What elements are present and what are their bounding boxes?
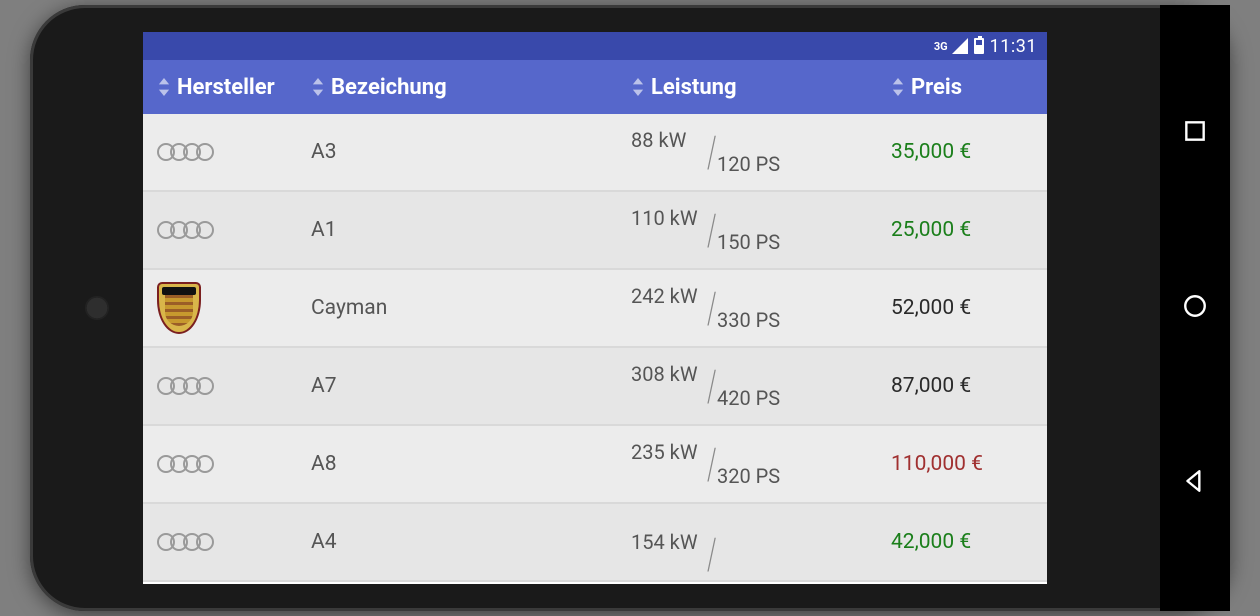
nav-home-button[interactable] bbox=[1182, 293, 1208, 323]
signal-icon bbox=[952, 38, 968, 54]
cell-name: A8 bbox=[303, 452, 623, 476]
table-row[interactable]: A7308 kW/420 PS87,000 € bbox=[143, 348, 1047, 426]
table-row[interactable]: Cayman242 kW/330 PS52,000 € bbox=[143, 270, 1047, 348]
audi-logo-icon bbox=[157, 221, 214, 239]
sort-icon bbox=[631, 78, 645, 96]
power-kw: 88 kW bbox=[631, 128, 883, 152]
power-ps: 150 PS bbox=[631, 230, 883, 254]
header-maker[interactable]: Hersteller bbox=[143, 75, 303, 100]
cell-name: A7 bbox=[303, 374, 623, 398]
table-row[interactable]: A8235 kW/320 PS110,000 € bbox=[143, 426, 1047, 504]
slash-icon: / bbox=[707, 528, 717, 580]
header-price[interactable]: Preis bbox=[883, 75, 1047, 100]
porsche-logo-icon bbox=[157, 282, 201, 334]
slash-icon: / bbox=[707, 360, 717, 412]
device-frame: 3G 11:31 Hersteller Bezeichung Leistung … bbox=[30, 5, 1230, 611]
power-ps: 420 PS bbox=[631, 386, 883, 410]
cell-name: A4 bbox=[303, 530, 623, 554]
slash-icon: / bbox=[707, 126, 717, 178]
cell-name: A1 bbox=[303, 218, 623, 242]
cell-power: 88 kW/120 PS bbox=[623, 128, 883, 176]
cell-maker bbox=[143, 377, 303, 395]
cell-maker bbox=[143, 282, 303, 334]
android-navbar bbox=[1160, 5, 1230, 611]
audi-logo-icon bbox=[157, 143, 214, 161]
power-kw: 235 kW bbox=[631, 440, 883, 464]
audi-logo-icon bbox=[157, 377, 214, 395]
table-row[interactable]: A4154 kW/42,000 € bbox=[143, 504, 1047, 582]
cell-price: 35,000 € bbox=[883, 140, 1047, 164]
slash-icon: / bbox=[707, 204, 717, 256]
table-row[interactable]: A388 kW/120 PS35,000 € bbox=[143, 114, 1047, 192]
cell-power: 242 kW/330 PS bbox=[623, 284, 883, 332]
nav-recent-button[interactable] bbox=[1182, 118, 1208, 148]
power-kw: 242 kW bbox=[631, 284, 883, 308]
device-speaker bbox=[85, 296, 109, 320]
table-body[interactable]: A388 kW/120 PS35,000 €A1110 kW/150 PS25,… bbox=[143, 114, 1047, 584]
audi-logo-icon bbox=[157, 455, 214, 473]
sort-icon bbox=[157, 78, 171, 96]
table-row[interactable]: A1110 kW/150 PS25,000 € bbox=[143, 192, 1047, 270]
cell-maker bbox=[143, 533, 303, 551]
status-bar: 3G 11:31 bbox=[143, 32, 1047, 60]
header-name-label: Bezeichung bbox=[331, 75, 447, 100]
power-ps: 120 PS bbox=[631, 152, 883, 176]
power-kw: 110 kW bbox=[631, 206, 883, 230]
cell-power: 154 kW/ bbox=[623, 530, 883, 554]
power-kw: 154 kW bbox=[631, 530, 883, 554]
table-header: Hersteller Bezeichung Leistung Preis bbox=[143, 60, 1047, 114]
header-price-label: Preis bbox=[911, 75, 962, 100]
cell-name: Cayman bbox=[303, 296, 623, 320]
power-kw: 308 kW bbox=[631, 362, 883, 386]
slash-icon: / bbox=[707, 282, 717, 334]
battery-icon bbox=[974, 38, 984, 54]
nav-back-button[interactable] bbox=[1182, 468, 1208, 498]
header-maker-label: Hersteller bbox=[177, 75, 275, 100]
sort-icon bbox=[891, 78, 905, 96]
cell-maker bbox=[143, 455, 303, 473]
audi-logo-icon bbox=[157, 533, 214, 551]
device-screen: 3G 11:31 Hersteller Bezeichung Leistung … bbox=[143, 32, 1047, 584]
cell-maker bbox=[143, 221, 303, 239]
cell-price: 110,000 € bbox=[883, 452, 1047, 476]
header-power[interactable]: Leistung bbox=[623, 75, 883, 100]
header-power-label: Leistung bbox=[651, 75, 737, 100]
cell-maker bbox=[143, 143, 303, 161]
header-name[interactable]: Bezeichung bbox=[303, 75, 623, 100]
cell-price: 25,000 € bbox=[883, 218, 1047, 242]
power-ps: 330 PS bbox=[631, 308, 883, 332]
power-ps: 320 PS bbox=[631, 464, 883, 488]
clock-label: 11:31 bbox=[990, 36, 1037, 57]
network-label: 3G bbox=[934, 40, 948, 53]
cell-price: 52,000 € bbox=[883, 296, 1047, 320]
slash-icon: / bbox=[707, 438, 717, 490]
cell-price: 42,000 € bbox=[883, 530, 1047, 554]
cell-power: 308 kW/420 PS bbox=[623, 362, 883, 410]
sort-icon bbox=[311, 78, 325, 96]
cell-price: 87,000 € bbox=[883, 374, 1047, 398]
cell-name: A3 bbox=[303, 140, 623, 164]
cell-power: 110 kW/150 PS bbox=[623, 206, 883, 254]
cell-power: 235 kW/320 PS bbox=[623, 440, 883, 488]
